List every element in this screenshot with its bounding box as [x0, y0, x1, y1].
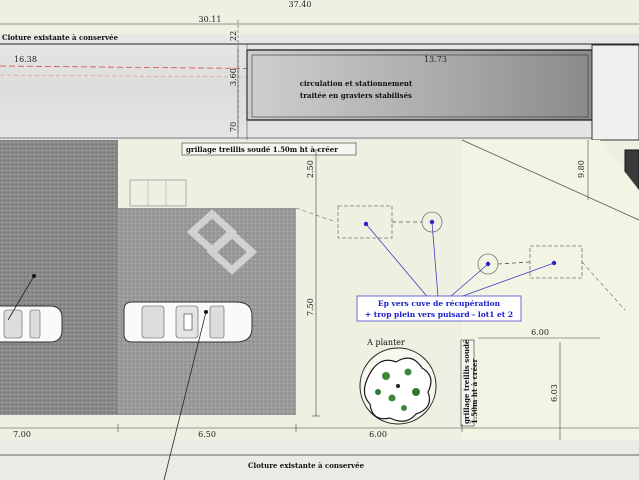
- dim-6-00-bottom: 6.00: [369, 430, 387, 439]
- dim-top-30-11: 30.11: [199, 15, 222, 24]
- tree-symbol: [359, 347, 437, 425]
- dim-70: 70: [229, 122, 238, 132]
- dim-7-50: 7.50: [306, 298, 315, 316]
- label-grillage-vertical-2: 1.50m ht à créer: [470, 359, 479, 424]
- gravel-path-strip: [246, 49, 593, 121]
- dim-9-80: 9.80: [577, 160, 586, 178]
- site-plan-canvas: 37.40 30.11 Cloture existante à conservé…: [0, 0, 639, 480]
- dim-7-00: 7.00: [13, 430, 31, 439]
- dim-6-03: 6.03: [550, 384, 559, 402]
- label-circulation: circulation et stationnement: [300, 79, 413, 88]
- dim-top-37-40: 37.40: [289, 0, 312, 9]
- label-cloture-bottom: Cloture existante à conservée: [248, 461, 365, 470]
- dim-13-73: 13.73: [424, 55, 447, 64]
- bottom-road-band: [0, 440, 639, 480]
- ep-callout-line1: Ep vers cuve de récupération: [378, 299, 501, 308]
- label-cloture-top: Cloture existante à conservée: [2, 33, 119, 42]
- label-traitee: traitée en graviers stabilisés: [300, 91, 412, 100]
- label-a-planter: A planter: [366, 338, 405, 347]
- dim-16-38: 16.38: [14, 55, 37, 64]
- ep-callout-line2: + trop plein vers puisard - lot1 et 2: [365, 310, 513, 319]
- dim-6-00-right: 6.00: [531, 328, 549, 337]
- dim-6-50: 6.50: [198, 430, 216, 439]
- building-edge-top: [591, 44, 639, 141]
- parking-gravel-left: [0, 140, 118, 415]
- car-left: [0, 305, 63, 343]
- label-grillage-top: grillage treillis soudé 1.50m ht à créer: [186, 145, 338, 154]
- dim-3-60: 3.60: [229, 68, 238, 86]
- dim-2-50: 2.50: [306, 160, 315, 178]
- dim-22: 22: [229, 31, 238, 41]
- site-plan-drawing: 37.40 30.11 Cloture existante à conservé…: [0, 0, 639, 480]
- car-center: [123, 301, 253, 343]
